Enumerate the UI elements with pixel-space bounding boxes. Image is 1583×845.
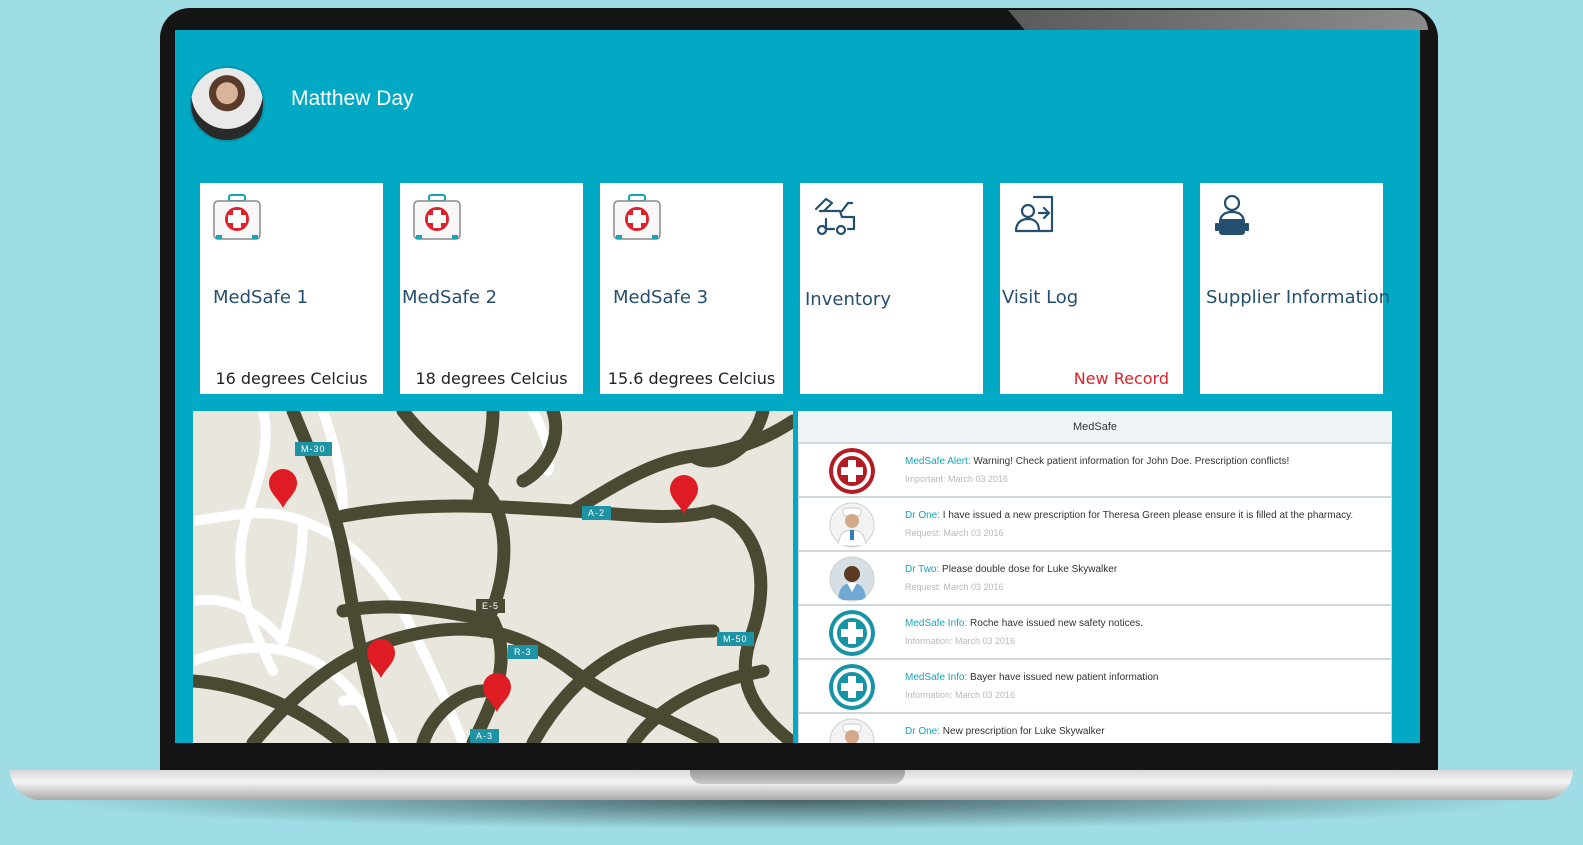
feed-message: MedSafe Info: Bayer have issued new pati… xyxy=(905,672,1159,683)
feed-sender: MedSafe Alert: xyxy=(905,456,971,467)
road-label: A-3 xyxy=(470,729,500,743)
feed-header: MedSafe xyxy=(798,411,1392,444)
feed-meta: Request: March 03 2016 xyxy=(905,528,1004,538)
feed-body: I have issued a new prescription for The… xyxy=(940,510,1354,521)
first-aid-kit-icon xyxy=(613,194,661,240)
feed-message: MedSafe Alert: Warning! Check patient in… xyxy=(905,456,1289,467)
user-login-icon xyxy=(1014,195,1054,233)
tile-supplier-information[interactable]: Supplier Information xyxy=(1200,183,1390,394)
first-aid-kit-icon xyxy=(413,194,461,240)
feed-sender: MedSafe Info: xyxy=(905,618,968,629)
map-pin-icon[interactable] xyxy=(267,467,299,509)
doctor-avatar xyxy=(829,502,875,548)
feed-message: MedSafe Info: Roche have issued new safe… xyxy=(905,618,1143,629)
tile-medsafe-3[interactable]: MedSafe 3 15.6 degrees Celcius xyxy=(600,183,783,394)
tile-title: MedSafe 3 xyxy=(613,287,709,308)
road-label: R-3 xyxy=(508,645,538,659)
tile-medsafe-1[interactable]: MedSafe 1 16 degrees Celcius xyxy=(200,183,383,394)
road-label: M-50 xyxy=(717,632,754,646)
laptop-notch xyxy=(690,770,905,784)
feed-message: Dr One: I have issued a new prescription… xyxy=(905,510,1353,521)
tile-temperature: 16 degrees Celcius xyxy=(215,369,368,388)
tile-temperature: 18 degrees Celcius xyxy=(415,369,568,388)
location-map[interactable]: M-30 A-2 E-5 M-50 R-3 A-3 xyxy=(193,411,793,743)
teal-cross-icon xyxy=(829,610,875,656)
tile-title: MedSafe 1 xyxy=(213,287,309,308)
feed-meta: Important: March 03 2016 xyxy=(905,474,1009,484)
tile-title: MedSafe 2 xyxy=(402,287,498,308)
tile-title: Supplier Information xyxy=(1206,287,1391,308)
avatar[interactable] xyxy=(189,66,265,142)
feed-item[interactable]: Dr Two: Please double dose for Luke Skyw… xyxy=(798,552,1392,606)
feed-item[interactable]: MedSafe Info: Bayer have issued new pati… xyxy=(798,660,1392,714)
feed-meta: Information: March 03 2016 xyxy=(905,690,1016,700)
road-label: M-30 xyxy=(295,442,332,456)
feed-body: Bayer have issued new patient informatio… xyxy=(967,672,1159,683)
medsafe-feed[interactable]: MedSafe MedSafe Alert: Warning! Check pa… xyxy=(798,411,1392,743)
feed-meta: Information: March 03 2016 xyxy=(905,636,1016,646)
feed-sender: Dr One: xyxy=(905,726,941,737)
doctor-avatar xyxy=(829,718,875,743)
tile-temperature: 15.6 degrees Celcius xyxy=(607,369,776,388)
feed-sender: MedSafe Info: xyxy=(905,672,968,683)
tile-inventory[interactable]: Inventory xyxy=(800,183,983,394)
tile-visit-log[interactable]: Visit Log New Record xyxy=(1000,183,1183,394)
road-label: A-2 xyxy=(582,506,612,520)
doctor-avatar xyxy=(829,556,875,602)
user-name: Matthew Day xyxy=(291,87,414,110)
feed-body: Please double dose for Luke Skywalker xyxy=(939,564,1118,575)
feed-item[interactable]: Dr One: New prescription for Luke Skywal… xyxy=(798,714,1392,743)
supplier-person-icon xyxy=(1215,194,1249,235)
feed-body: Roche have issued new safety notices. xyxy=(967,618,1143,629)
feed-item[interactable]: MedSafe Info: Roche have issued new safe… xyxy=(798,606,1392,660)
feed-item[interactable]: Dr One: I have issued a new prescription… xyxy=(798,498,1392,552)
first-aid-kit-icon xyxy=(213,194,261,240)
feed-meta: Request: March 03 2016 xyxy=(905,582,1004,592)
teal-cross-icon xyxy=(829,664,875,710)
new-record-link[interactable]: New Record xyxy=(1000,369,1169,388)
feed-sender: Dr Two: xyxy=(905,564,940,575)
feed-sender: Dr One: xyxy=(905,510,941,521)
lid-glare xyxy=(1008,10,1428,30)
feed-message: Dr Two: Please double dose for Luke Skyw… xyxy=(905,564,1117,575)
tile-title: Inventory xyxy=(805,289,891,310)
map-pin-icon[interactable] xyxy=(668,473,700,515)
feed-body: Warning! Check patient information for J… xyxy=(970,456,1290,467)
map-pin-icon[interactable] xyxy=(365,637,397,679)
map-pin-icon[interactable] xyxy=(481,671,513,713)
tile-medsafe-2[interactable]: MedSafe 2 18 degrees Celcius xyxy=(400,183,583,394)
road-label: E-5 xyxy=(476,599,506,613)
tile-title: Visit Log xyxy=(1002,287,1079,308)
app-screen: Matthew Day MedSafe 1 16 degrees Celcius xyxy=(175,30,1420,743)
feed-message: Dr One: New prescription for Luke Skywal… xyxy=(905,726,1105,737)
laptop-shadow xyxy=(40,800,1543,830)
feed-item[interactable]: MedSafe Alert: Warning! Check patient in… xyxy=(798,444,1392,498)
delivery-truck-icon xyxy=(814,197,856,236)
user-profile[interactable]: Matthew Day xyxy=(189,66,414,142)
feed-body: New prescription for Luke Skywalker xyxy=(940,726,1105,737)
red-cross-icon xyxy=(829,448,875,494)
